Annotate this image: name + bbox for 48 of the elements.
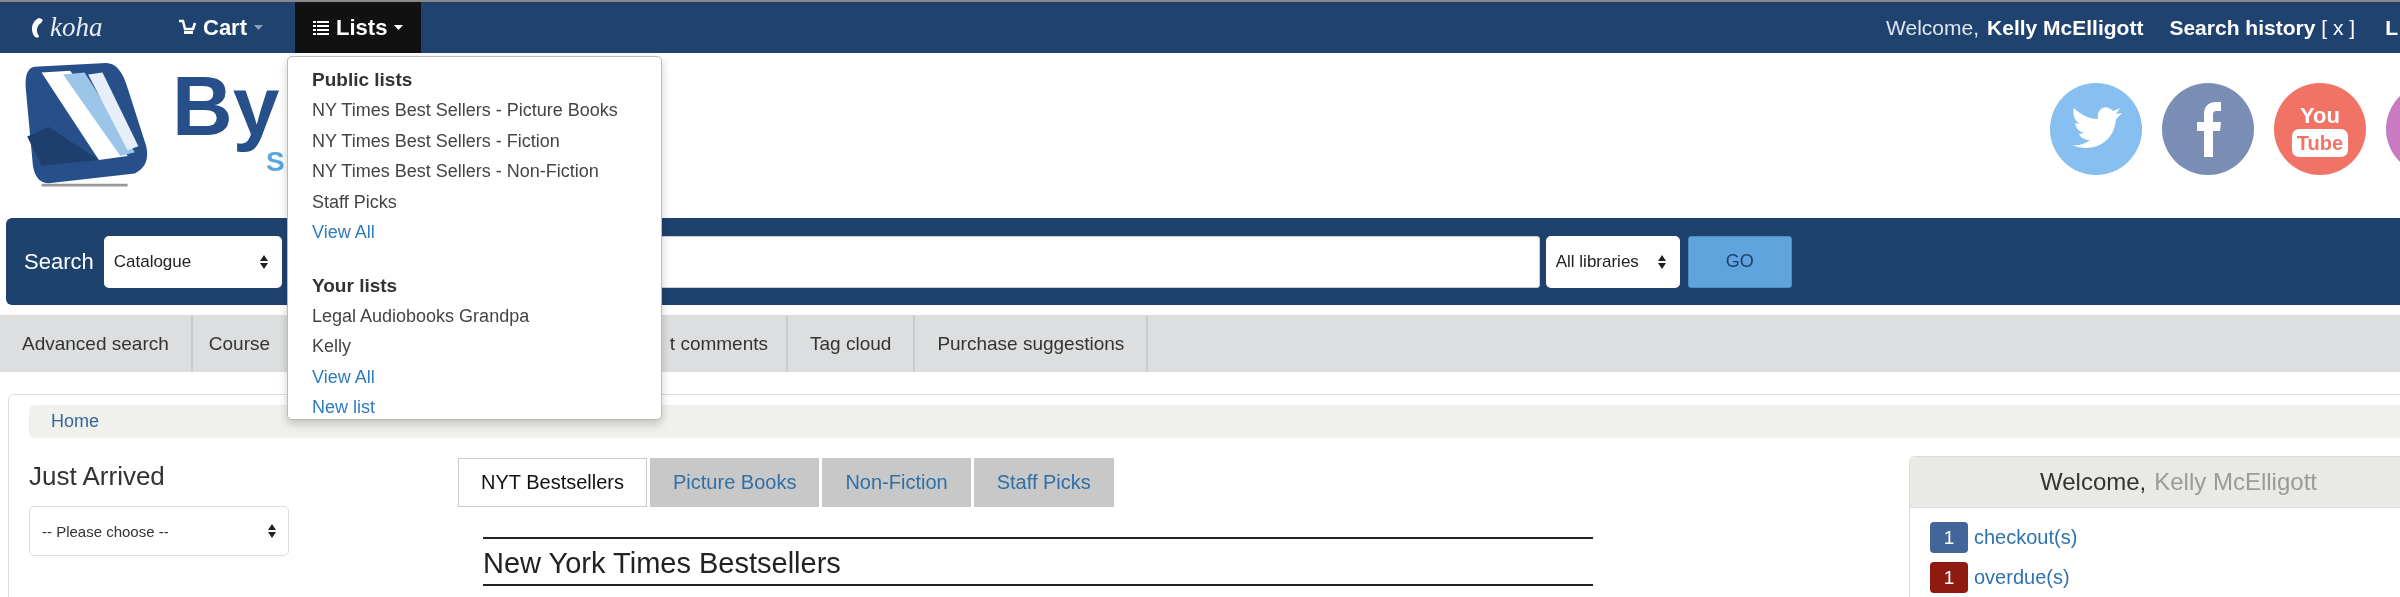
section-title: Just Arrived (29, 461, 166, 492)
count-badge: 1 (1930, 522, 1968, 553)
menu-button[interactable]: Lists (295, 2, 422, 53)
twitter-bird-icon[interactable] (2050, 83, 2142, 175)
nav-link[interactable]: Tag cloud (788, 315, 916, 372)
just-arrived-select[interactable]: -- Please choose -- (29, 506, 289, 556)
home-link[interactable]: Home (51, 411, 99, 432)
library-select[interactable]: All libraries (1545, 235, 1680, 288)
search-label: Search (24, 248, 94, 275)
list-title: New York Times Bestsellers (483, 537, 1593, 586)
menu-item[interactable]: NY Times Best Sellers - Picture Books (312, 95, 661, 126)
nav-link[interactable]: Purchase suggestions (915, 315, 1149, 372)
select-arrows-icon (268, 524, 276, 538)
menu-item[interactable]: NY Times Best Sellers - Non-Fiction (312, 156, 661, 187)
select-arrows-icon (259, 254, 268, 269)
list-tab[interactable]: NYT Bestsellers (458, 458, 647, 507)
log-out-link[interactable]: L (2385, 15, 2398, 40)
select-arrows-icon (1657, 254, 1666, 269)
search-history-link[interactable]: Search history (2169, 15, 2316, 40)
menu-item[interactable]: Legal Audiobooks Grandpa (312, 300, 661, 331)
list-icon (313, 20, 329, 35)
menu-button[interactable]: Cart (160, 2, 281, 53)
search-scope-select[interactable]: Catalogue (103, 235, 282, 288)
caret-icon (394, 25, 404, 30)
library-subtitle-logo: S (266, 148, 282, 176)
facebook-icon[interactable] (2162, 83, 2254, 175)
nav-link[interactable]: Advanced search (0, 315, 193, 372)
menu-link[interactable]: View All (312, 217, 661, 248)
greeting-text: Welcome, (2040, 468, 2147, 496)
menu-link[interactable]: View All (312, 361, 661, 392)
menu-item[interactable]: Staff Picks (312, 186, 661, 217)
user-name-link[interactable]: Kelly McElligott (1987, 15, 2144, 40)
clear-history-link[interactable]: [ x ] (2321, 15, 2356, 40)
go-button[interactable]: GO (1687, 235, 1792, 288)
menu-heading: Your lists (312, 273, 399, 298)
menu-item[interactable]: Kelly (312, 331, 661, 362)
summary-link[interactable]: checkout(s) (1974, 526, 2078, 549)
menu-heading: Public lists (312, 68, 414, 92)
menu-link[interactable]: New list (312, 392, 661, 423)
koha-logo[interactable]: koha (30, 12, 160, 43)
welcome-text: Welcome, (1886, 15, 1980, 40)
user-name: Kelly McElligott (2154, 468, 2317, 496)
summary-link[interactable]: overdue(s) (1974, 566, 2070, 589)
caret-icon (254, 25, 263, 30)
count-badge: 1 (1930, 562, 1968, 593)
koha-wordmark: koha (50, 12, 103, 43)
menu-item[interactable]: NY Times Best Sellers - Fiction (312, 125, 661, 156)
cart-icon (178, 18, 196, 37)
